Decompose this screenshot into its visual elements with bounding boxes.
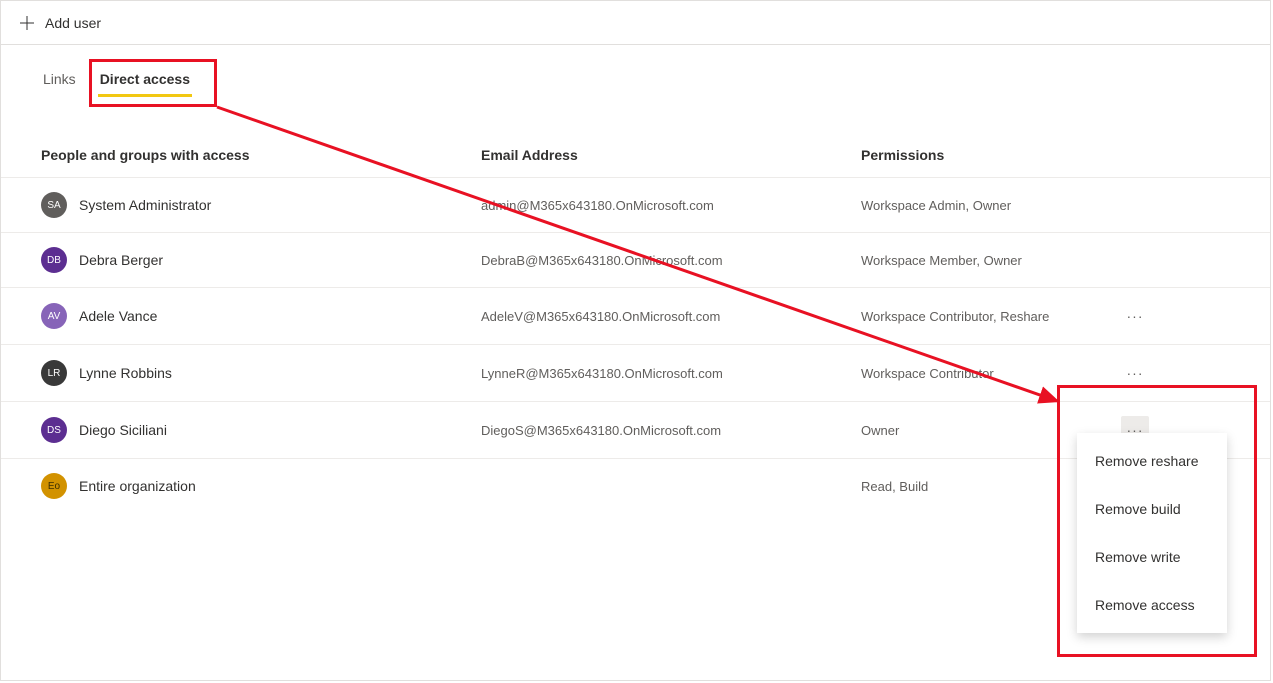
- cell-people: LR Lynne Robbins: [41, 360, 481, 386]
- toolbar: Add user: [1, 1, 1270, 45]
- more-options-button[interactable]: ···: [1121, 359, 1149, 387]
- plus-icon: [19, 15, 35, 31]
- cell-people: DB Debra Berger: [41, 247, 481, 273]
- user-name: Lynne Robbins: [79, 365, 172, 381]
- user-name: Debra Berger: [79, 252, 163, 268]
- cell-email: admin@M365x643180.OnMicrosoft.com: [481, 198, 861, 213]
- tabs: Links Direct access: [1, 45, 1270, 97]
- table-row: LR Lynne Robbins LynneR@M365x643180.OnMicr…: [1, 344, 1270, 401]
- col-header-email: Email Address: [481, 147, 861, 163]
- cell-email: AdeleV@M365x643180.OnMicrosoft.com: [481, 309, 861, 324]
- menu-remove-write[interactable]: Remove write: [1077, 533, 1227, 581]
- cell-actions: ···: [1121, 359, 1181, 387]
- table-row: SA System Administrator admin@M365x643180.…: [1, 177, 1270, 232]
- ellipsis-icon: ···: [1127, 366, 1144, 380]
- avatar: SA: [41, 192, 67, 218]
- avatar: AV: [41, 303, 67, 329]
- avatar: DB: [41, 247, 67, 273]
- table-row: DB Debra Berger DebraB@M365x643180.OnMicro…: [1, 232, 1270, 287]
- user-name: Entire organization: [79, 478, 196, 494]
- user-name: System Administrator: [79, 197, 211, 213]
- add-user-label: Add user: [45, 15, 101, 31]
- col-header-permissions: Permissions: [861, 147, 1121, 163]
- avatar: LR: [41, 360, 67, 386]
- col-header-people: People and groups with access: [41, 147, 481, 163]
- cell-email: DebraB@M365x643180.OnMicrosoft.com: [481, 253, 861, 268]
- ellipsis-icon: ···: [1127, 309, 1144, 323]
- cell-people: SA System Administrator: [41, 192, 481, 218]
- cell-actions: ···: [1121, 302, 1181, 330]
- tab-direct-access[interactable]: Direct access: [98, 67, 192, 97]
- cell-permissions: Workspace Contributor, Reshare: [861, 309, 1121, 324]
- cell-people: AV Adele Vance: [41, 303, 481, 329]
- table-header: People and groups with access Email Addr…: [1, 97, 1270, 177]
- table-row: AV Adele Vance AdeleV@M365x643180.OnMicros…: [1, 287, 1270, 344]
- menu-remove-build[interactable]: Remove build: [1077, 485, 1227, 533]
- col-header-actions: [1121, 147, 1181, 163]
- cell-email: LynneR@M365x643180.OnMicrosoft.com: [481, 366, 861, 381]
- add-user-button[interactable]: Add user: [15, 9, 105, 37]
- user-name: Diego Siciliani: [79, 422, 167, 438]
- cell-people: Eo Entire organization: [41, 473, 481, 499]
- tab-links[interactable]: Links: [41, 67, 78, 97]
- access-panel: Add user Links Direct access People and …: [0, 0, 1271, 681]
- avatar: DS: [41, 417, 67, 443]
- avatar: Eo: [41, 473, 67, 499]
- user-name: Adele Vance: [79, 308, 157, 324]
- menu-remove-access[interactable]: Remove access: [1077, 581, 1227, 629]
- cell-permissions: Workspace Member, Owner: [861, 253, 1121, 268]
- cell-permissions: Workspace Contributor: [861, 366, 1121, 381]
- more-options-button[interactable]: ···: [1121, 302, 1149, 330]
- context-menu: Remove reshare Remove build Remove write…: [1077, 433, 1227, 633]
- cell-permissions: Workspace Admin, Owner: [861, 198, 1121, 213]
- cell-email: DiegoS@M365x643180.OnMicrosoft.com: [481, 423, 861, 438]
- menu-remove-reshare[interactable]: Remove reshare: [1077, 437, 1227, 485]
- cell-people: DS Diego Siciliani: [41, 417, 481, 443]
